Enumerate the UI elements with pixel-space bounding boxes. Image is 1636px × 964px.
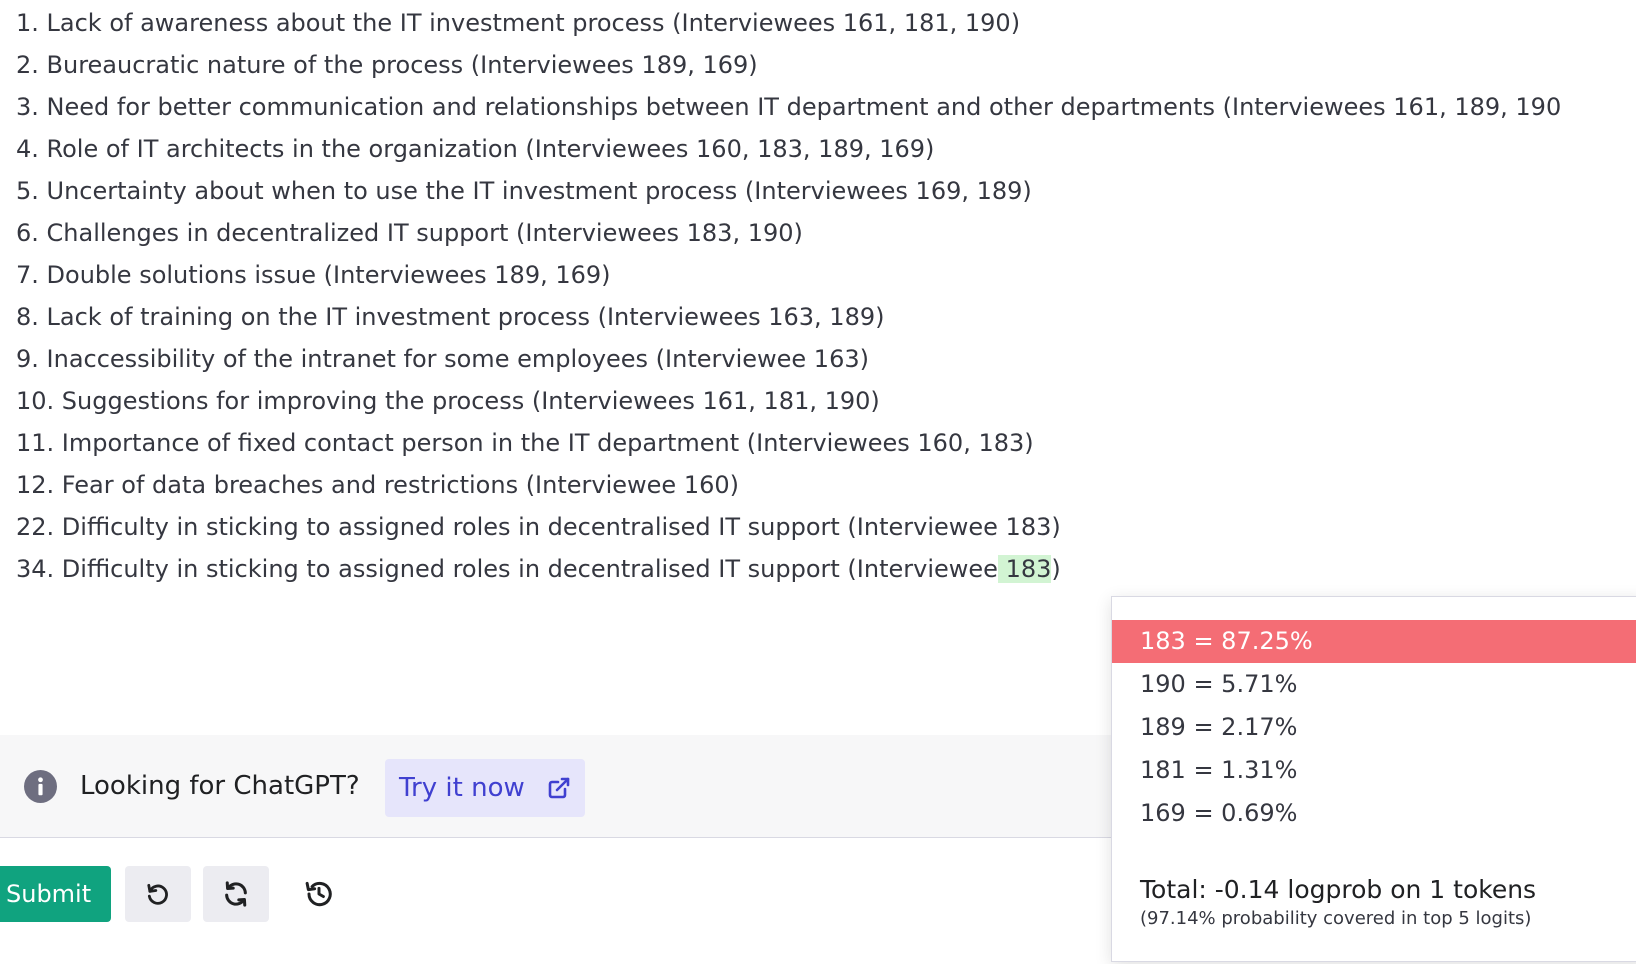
history-button[interactable] [286,866,352,922]
output-line: 1. Lack of awareness about the IT invest… [16,9,1021,37]
try-it-now-label: Try it now [399,773,525,803]
undo-icon [147,883,168,905]
output-line: 22. Difficulty in sticking to assigned r… [16,513,1061,541]
output-line: 4. Role of IT architects in the organiza… [16,135,935,163]
info-icon [24,770,57,803]
output-line: 7. Double solutions issue (Interviewees … [16,261,611,289]
output-line: 6. Challenges in decentralized IT suppor… [16,219,803,247]
output-line: 2. Bureaucratic nature of the process (I… [16,51,758,79]
highlighted-token[interactable]: 183 [997,555,1052,583]
chatgpt-notice: Looking for ChatGPT? Try it now [0,735,1112,838]
completion-output[interactable]: 1. Lack of awareness about the IT invest… [16,2,1636,590]
history-icon [305,881,332,907]
output-line: 5. Uncertainty about when to use the IT … [16,177,1032,205]
probability-option[interactable]: 169 = 0.69% [1112,792,1636,835]
output-line-last: 34. Difficulty in sticking to assigned r… [16,548,1636,590]
output-line-suffix: ) [1051,555,1061,583]
output-line: 10. Suggestions for improving the proces… [16,387,880,415]
submit-button[interactable]: Submit [0,866,111,922]
output-line: 9. Inaccessibility of the intranet for s… [16,345,869,373]
output-line: 3. Need for better communication and rel… [16,93,1562,121]
playground-page: 1. Lack of awareness about the IT invest… [0,0,1636,964]
external-link-icon [548,777,570,799]
regenerate-icon [225,881,247,907]
regenerate-button[interactable] [203,866,269,922]
undo-button[interactable] [125,866,191,922]
probability-coverage-note: (97.14% probability covered in top 5 log… [1140,908,1532,929]
probability-option[interactable]: 181 = 1.31% [1112,749,1636,792]
logprob-total: Total: -0.14 logprob on 1 tokens [1140,875,1537,904]
probability-option-selected[interactable]: 183 = 87.25% [1112,620,1636,663]
try-it-now-link[interactable]: Try it now [385,759,585,817]
token-probabilities-popup: 183 = 87.25% 190 = 5.71% 189 = 2.17% 181… [1111,596,1636,962]
notice-text: Looking for ChatGPT? [80,771,360,801]
probability-option[interactable]: 189 = 2.17% [1112,706,1636,749]
output-line: 12. Fear of data breaches and restrictio… [16,471,739,499]
probability-option[interactable]: 190 = 5.71% [1112,663,1636,706]
output-line: 11. Importance of fixed contact person i… [16,429,1034,457]
output-line: 8. Lack of training on the IT investment… [16,303,885,331]
output-line-prefix: 34. Difficulty in sticking to assigned r… [16,555,998,583]
